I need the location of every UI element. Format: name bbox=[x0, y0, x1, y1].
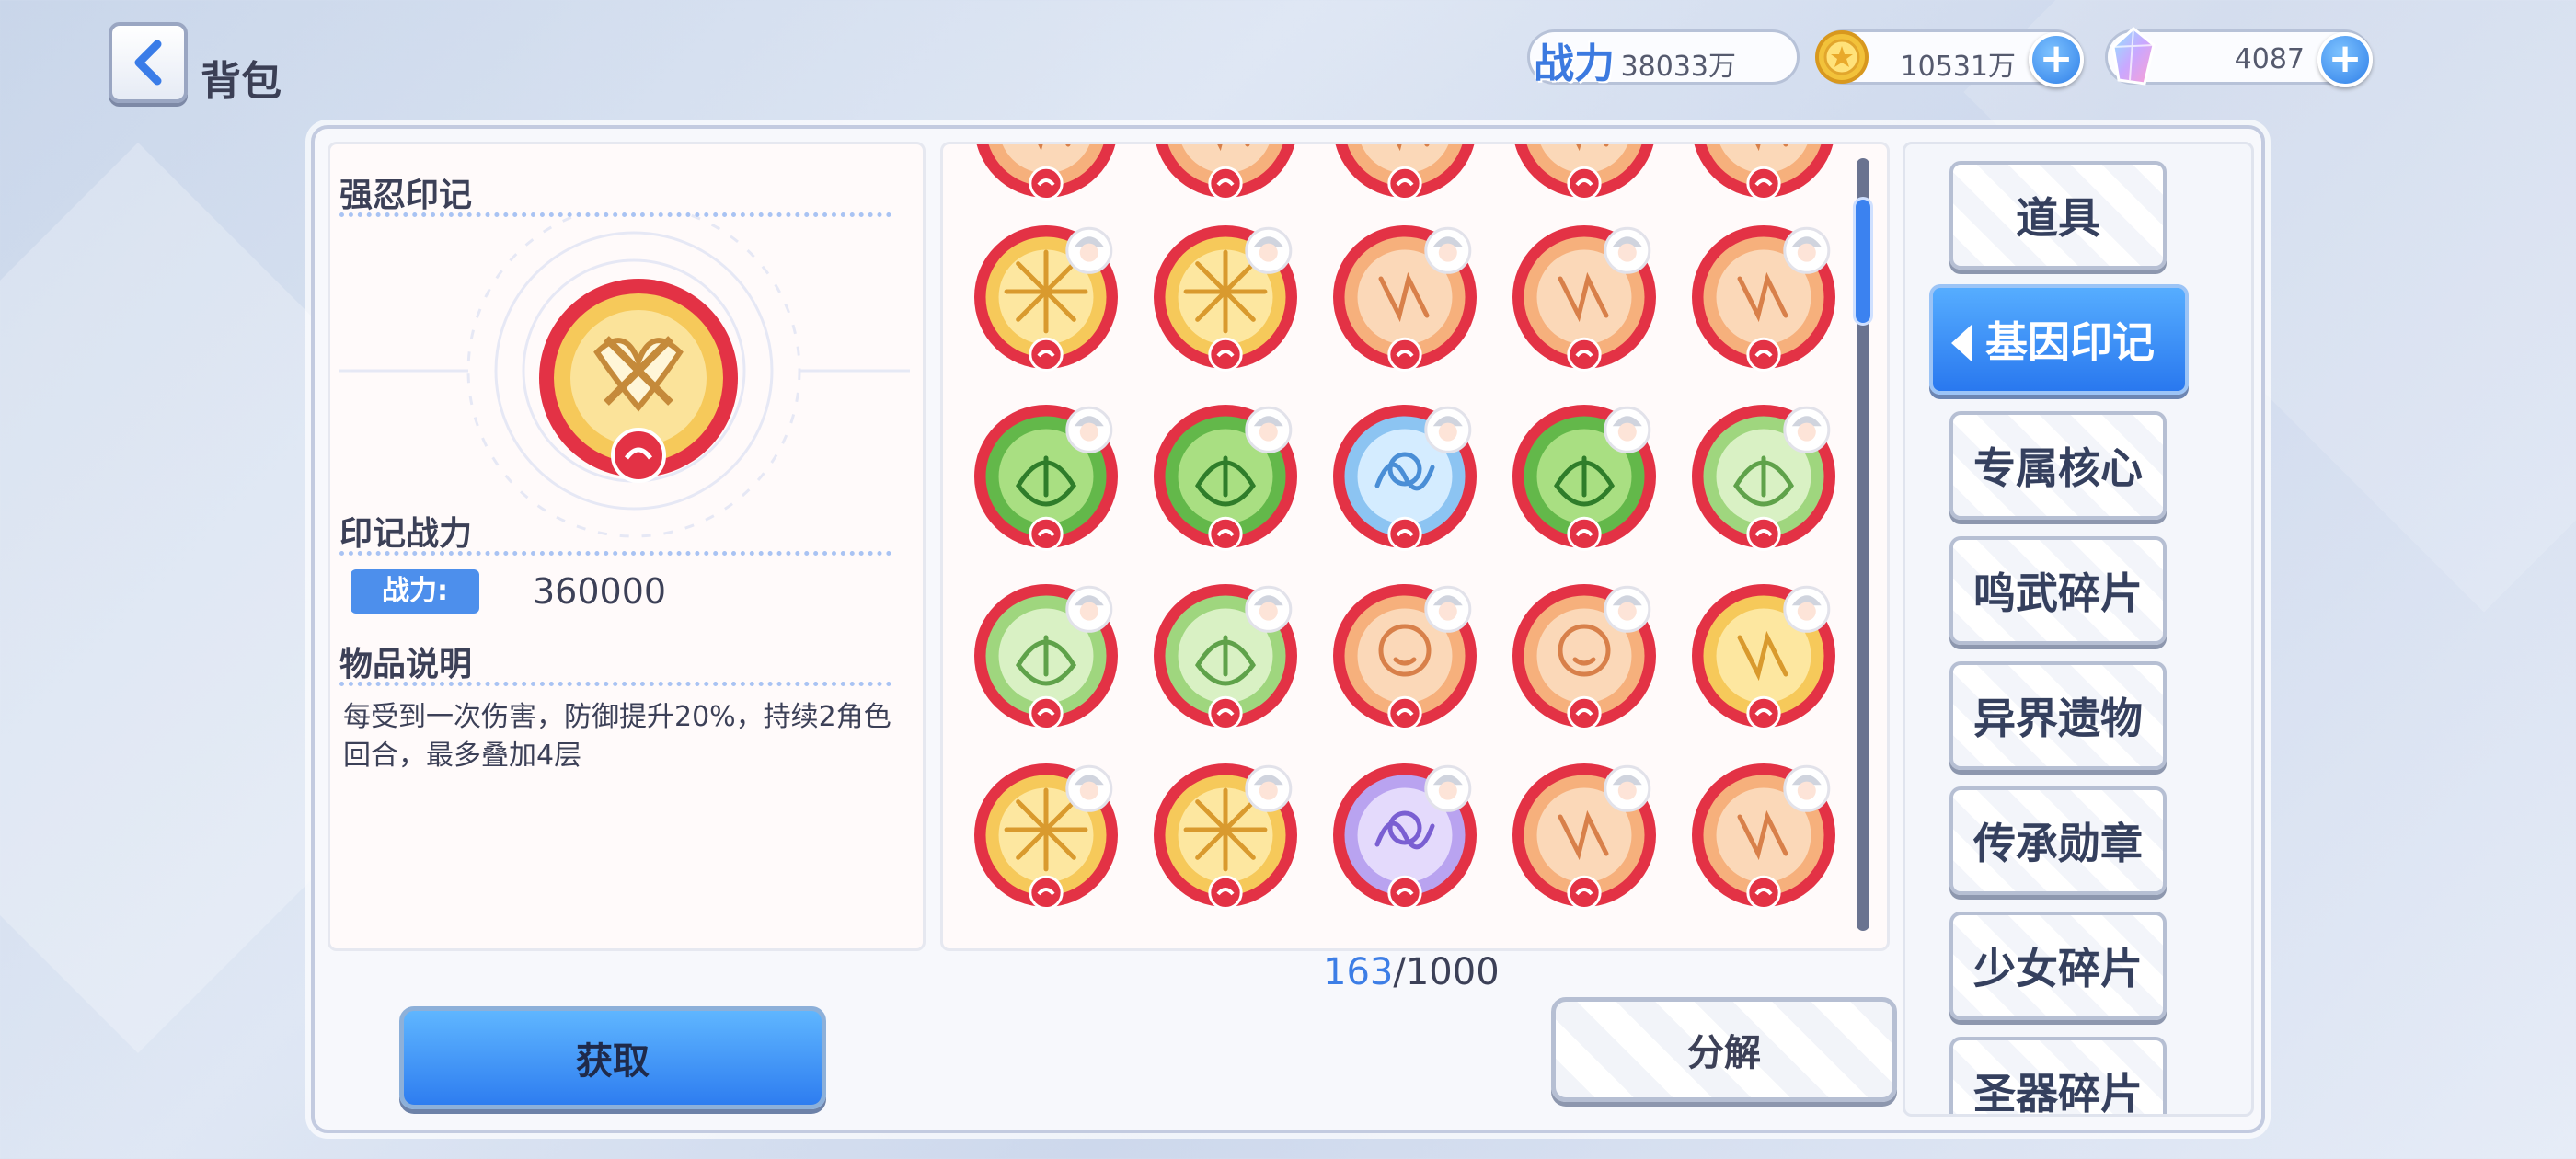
tab-label: 圣器碎片 bbox=[1973, 1069, 2143, 1117]
character-avatar bbox=[1065, 585, 1113, 633]
badge-item[interactable] bbox=[1512, 584, 1656, 731]
inventory-count: 163/1000 bbox=[1323, 951, 1500, 993]
character-avatar bbox=[1424, 585, 1472, 633]
get-button[interactable]: 获取 bbox=[399, 1006, 826, 1109]
tab-6[interactable]: 传承勋章 bbox=[1949, 786, 2167, 895]
plus-icon: + bbox=[2328, 35, 2363, 82]
tab-1[interactable]: 道具 bbox=[1949, 161, 2167, 270]
scrollbar-thumb[interactable] bbox=[1853, 197, 1873, 326]
tab-3[interactable]: 专属核心 bbox=[1949, 411, 2167, 520]
power-section-title: 印记战力 bbox=[339, 515, 473, 553]
badge-item[interactable] bbox=[1333, 225, 1477, 373]
badge-item[interactable] bbox=[1333, 584, 1477, 731]
tab-4[interactable]: 鸣武碎片 bbox=[1949, 536, 2167, 645]
badge-item[interactable] bbox=[1692, 584, 1835, 731]
character-avatar bbox=[1065, 226, 1113, 274]
tab-label: 鸣武碎片 bbox=[1973, 568, 2143, 618]
item-power-value: 360000 bbox=[533, 571, 667, 612]
power-value: 38033万 bbox=[1620, 51, 1736, 83]
decompose-button[interactable]: 分解 bbox=[1551, 997, 1897, 1102]
badge-item-partial[interactable] bbox=[1154, 144, 1297, 201]
badge-item[interactable] bbox=[1333, 405, 1477, 552]
plus-icon: + bbox=[2039, 35, 2074, 82]
badge-item[interactable] bbox=[1154, 225, 1297, 373]
description-section-title: 物品说明 bbox=[339, 646, 473, 683]
gold-display: 10531万 + bbox=[1815, 29, 2084, 87]
back-button[interactable] bbox=[109, 22, 188, 103]
badge-item-partial[interactable] bbox=[1333, 144, 1477, 201]
tab-label: 传承勋章 bbox=[1973, 819, 2143, 868]
badge-item-partial[interactable] bbox=[1692, 144, 1835, 201]
badge-item-partial[interactable] bbox=[1512, 144, 1656, 201]
badge-item[interactable] bbox=[1692, 225, 1835, 373]
badge-item[interactable] bbox=[974, 225, 1118, 373]
badge-item[interactable] bbox=[1333, 763, 1477, 911]
tab-2[interactable]: 基因印记 bbox=[1929, 284, 2189, 395]
chevron-left-icon bbox=[134, 40, 162, 86]
item-description: 每受到一次伤害，防御提升20%，持续2角色回合，最多叠加4层 bbox=[343, 701, 891, 772]
power-display: 战力 38033万 bbox=[1527, 29, 1800, 87]
badge-item[interactable] bbox=[1154, 405, 1297, 552]
character-avatar bbox=[1783, 406, 1831, 453]
badge-item[interactable] bbox=[1512, 225, 1656, 373]
tab-label: 道具 bbox=[2016, 193, 2100, 243]
tab-label: 异界遗物 bbox=[1973, 694, 2143, 743]
badge-item[interactable] bbox=[974, 584, 1118, 731]
gold-value: 10531万 bbox=[1900, 51, 2016, 83]
character-avatar bbox=[1604, 406, 1651, 453]
inventory-grid-svg bbox=[974, 144, 1835, 911]
gem-display: 4087 + bbox=[2105, 27, 2373, 87]
gem-value: 4087 bbox=[2234, 43, 2305, 75]
tab-7[interactable]: 少女碎片 bbox=[1949, 912, 2167, 1020]
badge-item[interactable] bbox=[1692, 763, 1835, 911]
divider bbox=[339, 551, 891, 556]
top-bar: 背包 战力 38033万 10531万 + 4087 + bbox=[0, 0, 2576, 120]
category-tabs: 道具基因印记专属核心鸣武碎片异界遗物传承勋章少女碎片圣器碎片 bbox=[1903, 142, 2254, 1117]
badge-item[interactable] bbox=[1512, 405, 1656, 552]
character-avatar bbox=[1424, 764, 1472, 812]
inventory-count-separator: / bbox=[1393, 951, 1406, 993]
character-avatar bbox=[1424, 226, 1472, 274]
badge-item[interactable] bbox=[1154, 763, 1297, 911]
character-avatar bbox=[1245, 764, 1293, 812]
badge-item-partial[interactable] bbox=[974, 144, 1118, 201]
character-avatar bbox=[1065, 406, 1113, 453]
inventory-count-current: 163 bbox=[1323, 951, 1394, 993]
badge-item[interactable] bbox=[1692, 405, 1835, 552]
tab-5[interactable]: 异界遗物 bbox=[1949, 661, 2167, 770]
badge-item[interactable] bbox=[974, 763, 1118, 911]
gold-coin-icon bbox=[1815, 30, 1869, 84]
character-avatar bbox=[1783, 226, 1831, 274]
inventory-grid bbox=[940, 142, 1890, 951]
inventory-count-max: 1000 bbox=[1405, 951, 1500, 993]
item-detail-panel: 强忍印记 印记战力 战力: 360000 物品说明 每受到一次伤害，防御提升20… bbox=[328, 142, 926, 951]
badge-item[interactable] bbox=[1154, 584, 1297, 731]
tab-label: 专属核心 bbox=[1973, 443, 2143, 493]
character-avatar bbox=[1245, 226, 1293, 274]
badge-item[interactable] bbox=[1512, 763, 1656, 911]
character-avatar bbox=[1065, 764, 1113, 812]
power-tag: 战力: bbox=[351, 569, 479, 614]
power-label: 战力 bbox=[1534, 40, 1615, 87]
add-gem-button[interactable]: + bbox=[2317, 32, 2373, 87]
tab-label: 少女碎片 bbox=[1973, 944, 2143, 993]
active-tab-arrow-icon bbox=[1951, 325, 1972, 361]
character-avatar bbox=[1604, 585, 1651, 633]
character-avatar bbox=[1783, 585, 1831, 633]
divider bbox=[339, 682, 891, 686]
character-avatar bbox=[1424, 406, 1472, 453]
badge-item[interactable] bbox=[974, 405, 1118, 552]
add-gold-button[interactable]: + bbox=[2029, 32, 2084, 87]
character-avatar bbox=[1245, 585, 1293, 633]
character-avatar bbox=[1783, 764, 1831, 812]
crystal-icon bbox=[2111, 27, 2156, 86]
page-title: 背包 bbox=[201, 58, 282, 105]
item-name: 强忍印记 bbox=[339, 177, 473, 214]
tab-label: 基因印记 bbox=[1985, 317, 2155, 367]
tab-8[interactable]: 圣器碎片 bbox=[1949, 1037, 2167, 1117]
character-avatar bbox=[1245, 406, 1293, 453]
character-avatar bbox=[1604, 764, 1651, 812]
character-avatar bbox=[1604, 226, 1651, 274]
